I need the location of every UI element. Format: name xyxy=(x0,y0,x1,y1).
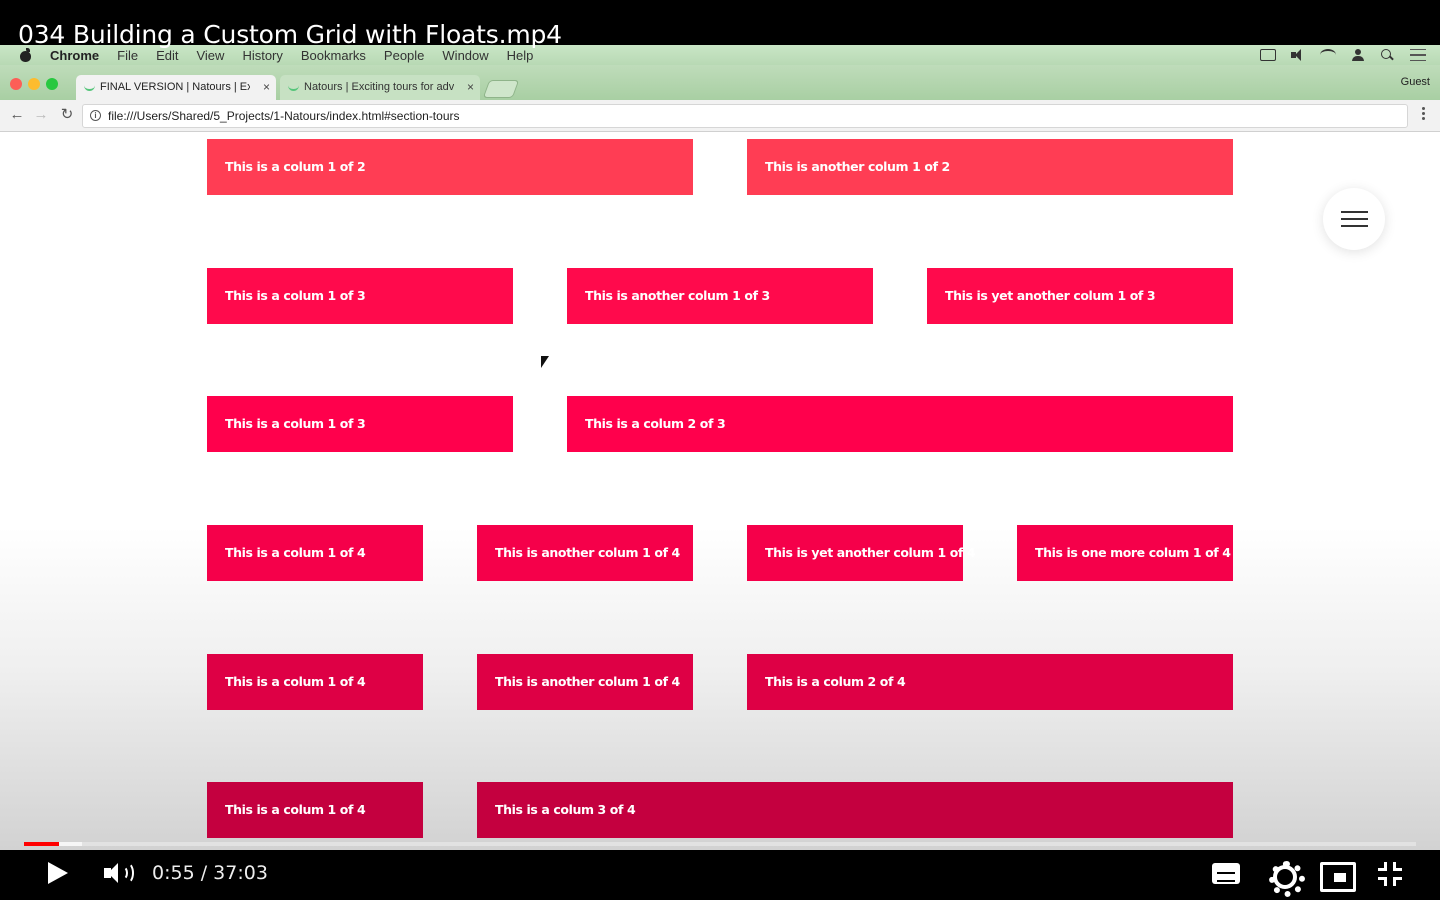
forward-arrow-icon[interactable]: → xyxy=(32,106,50,124)
info-icon[interactable]: i xyxy=(90,110,101,121)
miniplayer-icon[interactable] xyxy=(1320,861,1356,892)
exit-fullscreen-icon[interactable] xyxy=(1376,861,1406,887)
tab-close-icon[interactable]: × xyxy=(467,75,474,99)
close-window-button[interactable] xyxy=(10,78,22,90)
new-tab-button[interactable] xyxy=(482,80,520,98)
grid-column: This is a colum 3 of 4 xyxy=(477,782,1233,838)
grid-column: This is a colum 1 of 3 xyxy=(207,268,513,324)
page-viewport: This is a colum 1 of 2 This is another c… xyxy=(0,132,1440,850)
settings-gear-icon[interactable] xyxy=(1268,861,1305,897)
back-arrow-icon[interactable]: ← xyxy=(8,106,26,124)
grid-column: This is a colum 2 of 3 xyxy=(567,396,1233,452)
tab-natours[interactable]: Natours | Exciting tours for adv × xyxy=(280,75,480,101)
notification-center-icon[interactable] xyxy=(1410,49,1426,61)
address-toolbar: ← → ↻ i file:///Users/Shared/5_Projects/… xyxy=(0,100,1440,132)
natours-favicon-icon xyxy=(84,83,95,91)
play-icon[interactable] xyxy=(48,862,68,884)
url-bar[interactable]: i file:///Users/Shared/5_Projects/1-Nato… xyxy=(82,104,1408,128)
navigation-toggle-button[interactable] xyxy=(1323,188,1385,250)
tab-close-icon[interactable]: × xyxy=(263,75,270,99)
video-title: 034 Building a Custom Grid with Floats.m… xyxy=(18,20,562,49)
grid-column: This is another colum 1 of 2 xyxy=(747,139,1233,195)
grid-column: This is a colum 1 of 4 xyxy=(207,654,423,710)
time-display: 0:55 / 37:03 xyxy=(152,862,268,884)
grid-column: This is yet another colum 1 of 4 xyxy=(747,525,976,581)
reload-icon[interactable]: ↻ xyxy=(58,106,76,124)
tab-strip: FINAL VERSION | Natours | Exc × Natours … xyxy=(0,65,1440,101)
zoom-window-button[interactable] xyxy=(46,78,58,90)
grid-column: This is a colum 1 of 3 xyxy=(207,396,513,452)
spotlight-search-icon[interactable] xyxy=(1380,49,1396,61)
user-icon[interactable] xyxy=(1350,49,1366,61)
grid-column: This is another colum 1 of 4 xyxy=(477,654,693,710)
hamburger-icon xyxy=(1341,211,1368,213)
volume-icon[interactable] xyxy=(104,861,134,885)
wifi-icon[interactable] xyxy=(1320,49,1336,61)
grid-column: This is a colum 1 of 2 xyxy=(207,139,693,195)
profile-guest-label[interactable]: Guest xyxy=(1401,76,1430,88)
tab-title: Natours | Exciting tours for adv xyxy=(304,81,454,93)
progress-bar[interactable] xyxy=(24,842,1416,846)
volume-icon[interactable] xyxy=(1290,49,1306,61)
grid-column: This is a colum 1 of 4 xyxy=(207,782,423,838)
minimize-window-button[interactable] xyxy=(28,78,40,90)
tab-final-version[interactable]: FINAL VERSION | Natours | Exc × xyxy=(76,75,276,101)
grid-column: This is yet another colum 1 of 3 xyxy=(927,268,1233,324)
grid-column: This is another colum 1 of 4 xyxy=(477,525,693,581)
tab-title: FINAL VERSION | Natours | Exc xyxy=(100,81,250,93)
video-player-controls: 0:55 / 37:03 xyxy=(0,842,1440,900)
chrome-menu-icon[interactable] xyxy=(1422,107,1426,125)
natours-favicon-icon xyxy=(288,83,299,91)
progress-played xyxy=(24,842,59,846)
url-text: file:///Users/Shared/5_Projects/1-Natour… xyxy=(108,109,460,123)
grid-column: This is one more colum 1 of 4 xyxy=(1017,525,1233,581)
subtitles-icon[interactable] xyxy=(1212,861,1242,887)
grid-column: This is another colum 1 of 3 xyxy=(567,268,873,324)
grid-column: This is a colum 2 of 4 xyxy=(747,654,1233,710)
grid-column: This is a colum 1 of 4 xyxy=(207,525,423,581)
screen-recording-icon[interactable] xyxy=(1260,49,1276,61)
